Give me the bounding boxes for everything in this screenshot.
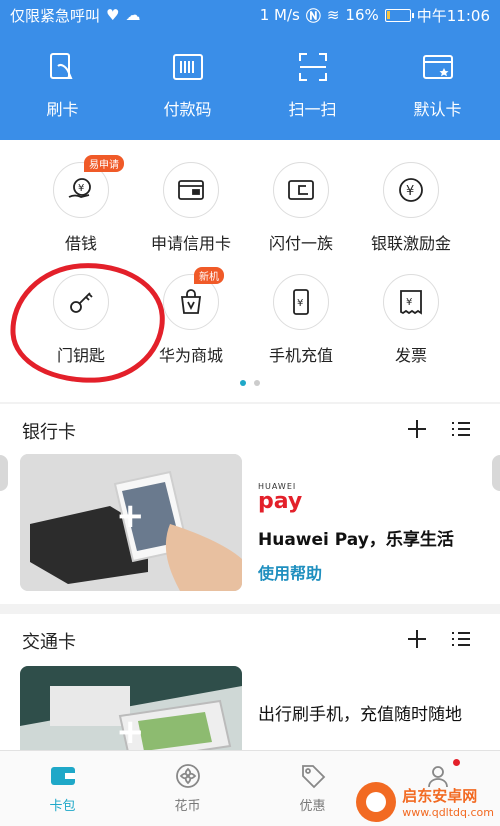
default-card-icon bbox=[422, 55, 453, 79]
service-label: 发票 bbox=[394, 346, 427, 365]
cloud-icon: ☁ bbox=[125, 6, 141, 24]
shopping-bag-icon bbox=[180, 289, 202, 314]
pay-logo: pay bbox=[258, 489, 303, 514]
watermark-url: www.qdltdq.com bbox=[402, 806, 494, 819]
network-speed: 1 M/s bbox=[259, 6, 300, 24]
watermark-logo-icon bbox=[356, 782, 397, 822]
service-phone-recharge[interactable]: ¥ 手机充值 bbox=[246, 274, 356, 366]
phone-recharge-icon: ¥ bbox=[293, 289, 309, 315]
page-indicator bbox=[0, 380, 500, 386]
service-quickpass[interactable]: 闪付一族 bbox=[246, 162, 356, 254]
battery-icon bbox=[384, 8, 414, 22]
promo-title: Huawei Pay，乐享生活 bbox=[258, 530, 454, 550]
service-label: 手机充值 bbox=[268, 346, 333, 365]
tag-icon bbox=[301, 765, 325, 789]
status-bar: 仅限紧急呼叫 ♥ ☁ 1 M/s Ⓝ ≋ 16% 中午11:06 bbox=[0, 0, 500, 30]
service-badge: 新机 bbox=[194, 267, 224, 284]
page-dot-active bbox=[240, 380, 246, 386]
heart-icon: ♥ bbox=[106, 6, 120, 24]
svg-text:¥: ¥ bbox=[406, 184, 414, 199]
transit-promo-image[interactable]: + bbox=[20, 666, 242, 750]
carrier-text: 仅限紧急呼叫 bbox=[10, 6, 101, 25]
loan-icon: ¥ bbox=[68, 178, 91, 198]
nav-huawei-coin[interactable]: 花币 bbox=[125, 751, 250, 826]
service-label: 门钥匙 bbox=[56, 346, 105, 365]
default-card-button[interactable]: 默认卡 bbox=[375, 50, 500, 130]
credit-card-icon bbox=[178, 180, 204, 200]
add-card-icon[interactable] bbox=[406, 418, 428, 440]
bank-card-section: 银行卡 + HUAWEI pay Huawei Pay，乐享生活 使用帮助 bbox=[0, 404, 500, 604]
service-label: 闪付一族 bbox=[268, 234, 333, 253]
wifi-icon: ≋ bbox=[326, 6, 340, 24]
wallet-icon bbox=[50, 767, 75, 785]
nav-label: 花币 bbox=[174, 799, 201, 814]
quickpass-icon bbox=[288, 180, 314, 200]
nav-label: 优惠 bbox=[299, 799, 326, 814]
svg-text:¥: ¥ bbox=[297, 298, 303, 309]
coin-icon bbox=[175, 764, 200, 788]
site-watermark: 启东安卓网 www.qdltdq.com bbox=[356, 782, 494, 822]
notification-dot bbox=[453, 759, 460, 766]
barcode-icon bbox=[172, 54, 203, 80]
service-label: 申请信用卡 bbox=[150, 234, 231, 253]
help-link[interactable]: 使用帮助 bbox=[258, 560, 454, 584]
plus-icon: + bbox=[116, 712, 145, 750]
nfc-status-icon: Ⓝ bbox=[305, 6, 321, 25]
service-credit-card[interactable]: 申请信用卡 bbox=[136, 162, 246, 254]
transit-card-section: 交通卡 + 出行刷手机，充值随时随地 bbox=[0, 614, 500, 750]
page-dot bbox=[254, 380, 260, 386]
scan-icon bbox=[298, 53, 327, 81]
service-label: 银联激励金 bbox=[370, 234, 451, 253]
watermark-title: 启东安卓网 bbox=[402, 787, 478, 805]
service-huawei-mall[interactable]: 新机 华为商城 bbox=[136, 267, 246, 366]
services-grid: 易申请 ¥ 借钱 申请信用卡 闪付一族 ¥ 银联激励金 门钥匙 新机 华为商城 bbox=[0, 140, 500, 402]
nfc-card-icon bbox=[49, 53, 73, 79]
svg-text:¥: ¥ bbox=[78, 183, 84, 194]
header-panel: 仅限紧急呼叫 ♥ ☁ 1 M/s Ⓝ ≋ 16% 中午11:06 刷卡 付款码 … bbox=[0, 0, 500, 140]
service-label: 借钱 bbox=[64, 234, 97, 253]
huawei-pay-promo-image[interactable]: + bbox=[20, 454, 242, 591]
section-title: 交通卡 bbox=[22, 632, 76, 653]
section-title: 银行卡 bbox=[22, 422, 76, 443]
quick-actions: 刷卡 付款码 扫一扫 默认卡 bbox=[0, 50, 500, 130]
nav-card-wallet[interactable]: 卡包 bbox=[0, 751, 125, 826]
scan-button[interactable]: 扫一扫 bbox=[250, 50, 375, 130]
list-icon[interactable] bbox=[450, 418, 472, 440]
svg-text:¥: ¥ bbox=[406, 297, 412, 308]
key-icon bbox=[70, 292, 93, 313]
scroll-edge-handle-left bbox=[0, 455, 8, 491]
service-invoice[interactable]: ¥ 发票 bbox=[356, 274, 466, 366]
battery-percent: 16% bbox=[345, 6, 379, 24]
quick-label: 付款码 bbox=[163, 100, 212, 119]
swipe-card-button[interactable]: 刷卡 bbox=[0, 50, 125, 130]
clock: 中午11:06 bbox=[416, 6, 490, 25]
nav-label: 卡包 bbox=[49, 799, 76, 814]
quick-label: 扫一扫 bbox=[288, 100, 337, 119]
service-label: 华为商城 bbox=[158, 346, 223, 365]
quick-label: 刷卡 bbox=[46, 100, 79, 119]
service-loan[interactable]: 易申请 ¥ 借钱 bbox=[26, 155, 136, 254]
service-unionpay-reward[interactable]: ¥ 银联激励金 bbox=[356, 162, 466, 254]
list-icon[interactable] bbox=[450, 628, 472, 650]
plus-icon: + bbox=[116, 496, 145, 536]
service-badge: 易申请 bbox=[84, 155, 124, 172]
quick-label: 默认卡 bbox=[413, 100, 462, 119]
invoice-icon: ¥ bbox=[400, 290, 422, 315]
add-card-icon[interactable] bbox=[406, 628, 428, 650]
service-door-key[interactable]: 门钥匙 bbox=[26, 274, 136, 366]
payment-code-button[interactable]: 付款码 bbox=[125, 50, 250, 130]
scroll-edge-handle-right bbox=[492, 455, 500, 491]
promo-title: 出行刷手机，充值随时随地 bbox=[258, 705, 462, 725]
yuan-coin-icon: ¥ bbox=[399, 178, 423, 202]
